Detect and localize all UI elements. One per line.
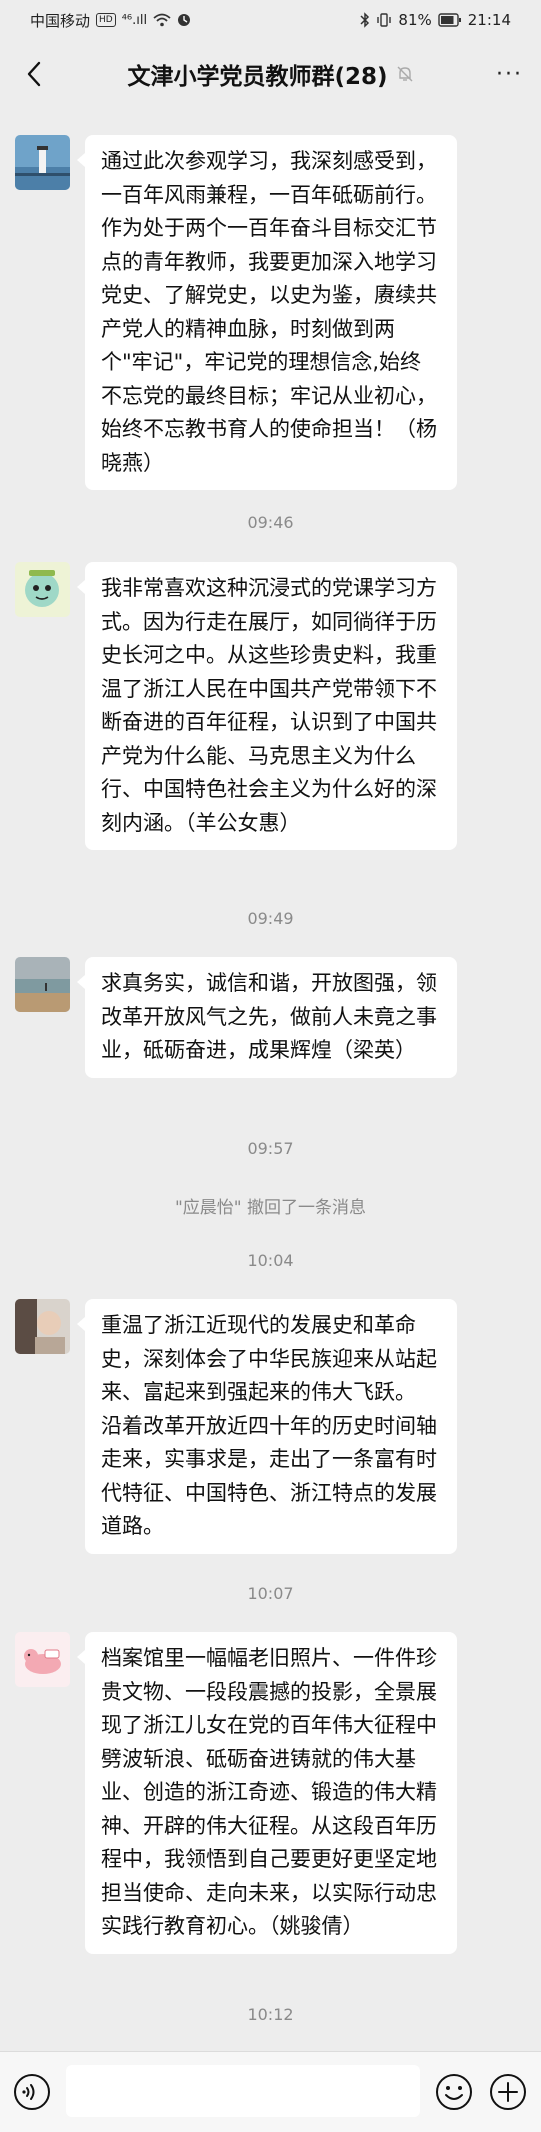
carrier-label: 中国移动 <box>30 11 91 30</box>
status-right: 81% 21:14 <box>360 11 511 29</box>
bluetooth-icon <box>360 12 370 28</box>
message-bubble[interactable]: 重温了浙江近现代的发展史和革命史，深刻体会了中华民族迎来从站起来、富起来到强起来… <box>77 1299 457 1554</box>
battery-percent: 81% <box>398 11 432 29</box>
avatar[interactable] <box>15 1299 70 1354</box>
plus-button[interactable] <box>488 2072 528 2112</box>
emoji-button[interactable] <box>434 2072 474 2112</box>
voice-icon <box>14 2074 50 2110</box>
timestamp: 09:46 <box>247 513 294 532</box>
message-bubble[interactable]: 求真务实，诚信和谐，开放图强，领改革开放风气之先，做前人未竟之事业，砥砺奋进，成… <box>77 957 457 1078</box>
clock: 21:14 <box>467 11 511 29</box>
status-bar: 中国移动 HD ⁴⁶.ıll 81% 21:14 <box>0 0 541 40</box>
vibrate-icon <box>377 13 392 27</box>
message-bubble[interactable]: 我非常喜欢这种沉浸式的党课学习方式。因为行走在展厅，如同徜徉于历史长河之中。从这… <box>77 562 457 850</box>
wifi-icon <box>153 13 171 27</box>
timestamp: 09:57 <box>247 1139 294 1158</box>
plus-icon <box>490 2074 526 2110</box>
chat-header: 文津小学党员教师群(28) ··· <box>0 40 541 108</box>
lighthouse-avatar-image <box>15 135 70 190</box>
emoji-icon <box>436 2074 472 2110</box>
more-button[interactable]: ··· <box>496 62 523 87</box>
cartoon-avatar-image <box>15 562 70 617</box>
avatar[interactable] <box>15 562 70 617</box>
avatar[interactable] <box>15 957 70 1012</box>
chat-title: 文津小学党员教师群(28) <box>127 64 388 90</box>
message-bubble[interactable]: 通过此次参观学习，我深刻感受到，一百年风雨兼程，一百年砥砺前行。作为处于两个一百… <box>77 135 457 490</box>
avatar[interactable] <box>15 1632 70 1687</box>
input-bar <box>0 2051 541 2132</box>
message-bubble[interactable]: 档案馆里一幅幅老旧照片、一件件珍贵文物、一段段震撼的投影，全景展现了浙江儿女在党… <box>77 1632 457 1954</box>
timestamp: 10:12 <box>247 2005 294 2024</box>
message-input[interactable] <box>66 2065 420 2117</box>
bell-off-icon <box>397 66 413 82</box>
timestamp: 09:49 <box>247 909 294 928</box>
battery-icon <box>438 13 461 27</box>
recall-notice: "应晨怡" 撤回了一条消息 <box>174 1198 367 1218</box>
timestamp: 10:07 <box>247 1584 294 1603</box>
status-left: 中国移动 HD ⁴⁶.ıll <box>30 10 191 31</box>
cartoon-pig-avatar-image <box>15 1632 70 1687</box>
alarm-icon <box>178 14 191 26</box>
chat-title-area: 文津小学党员教师群(28) <box>0 40 541 108</box>
hd-badge: HD <box>96 13 116 27</box>
beach-avatar-image <box>15 957 70 1012</box>
avatar[interactable] <box>15 135 70 190</box>
signal-icon: ⁴⁶.ıll <box>121 12 148 28</box>
portrait-avatar-image <box>15 1299 70 1354</box>
voice-button[interactable] <box>12 2072 52 2112</box>
timestamp: 10:04 <box>247 1251 294 1270</box>
